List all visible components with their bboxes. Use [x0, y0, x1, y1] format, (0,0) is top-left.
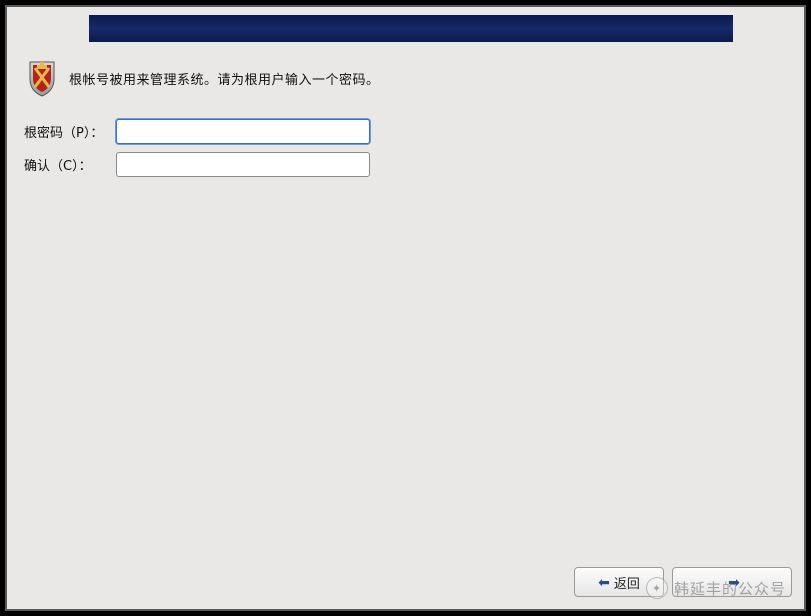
arrow-right-icon: ➡ [728, 574, 740, 591]
instruction-row: 根帐号被用来管理系统。请为根用户输入一个密码。 [27, 59, 784, 97]
back-button[interactable]: ⬅ 返回 [574, 567, 664, 597]
footer-nav: ⬅ 返回 ➡ [574, 567, 792, 597]
root-password-input[interactable] [116, 119, 370, 144]
root-password-label: 根密码（P）： [24, 122, 116, 141]
root-password-row: 根密码（P）： [24, 119, 784, 144]
confirm-password-input[interactable] [116, 152, 370, 177]
next-button[interactable]: ➡ [672, 567, 792, 597]
shield-icon [27, 59, 57, 97]
content-area: 根帐号被用来管理系统。请为根用户输入一个密码。 根密码（P）： 确认（C）： [27, 59, 784, 185]
top-banner [89, 15, 733, 42]
instruction-text: 根帐号被用来管理系统。请为根用户输入一个密码。 [69, 69, 380, 88]
arrow-left-icon: ⬅ [598, 574, 610, 591]
back-button-label: 返回 [614, 573, 640, 592]
confirm-password-row: 确认（C）： [24, 152, 784, 177]
installer-window: 根帐号被用来管理系统。请为根用户输入一个密码。 根密码（P）： 确认（C）： ⬅… [5, 5, 806, 611]
password-form: 根密码（P）： 确认（C）： [24, 119, 784, 177]
confirm-password-label: 确认（C）： [24, 155, 116, 174]
